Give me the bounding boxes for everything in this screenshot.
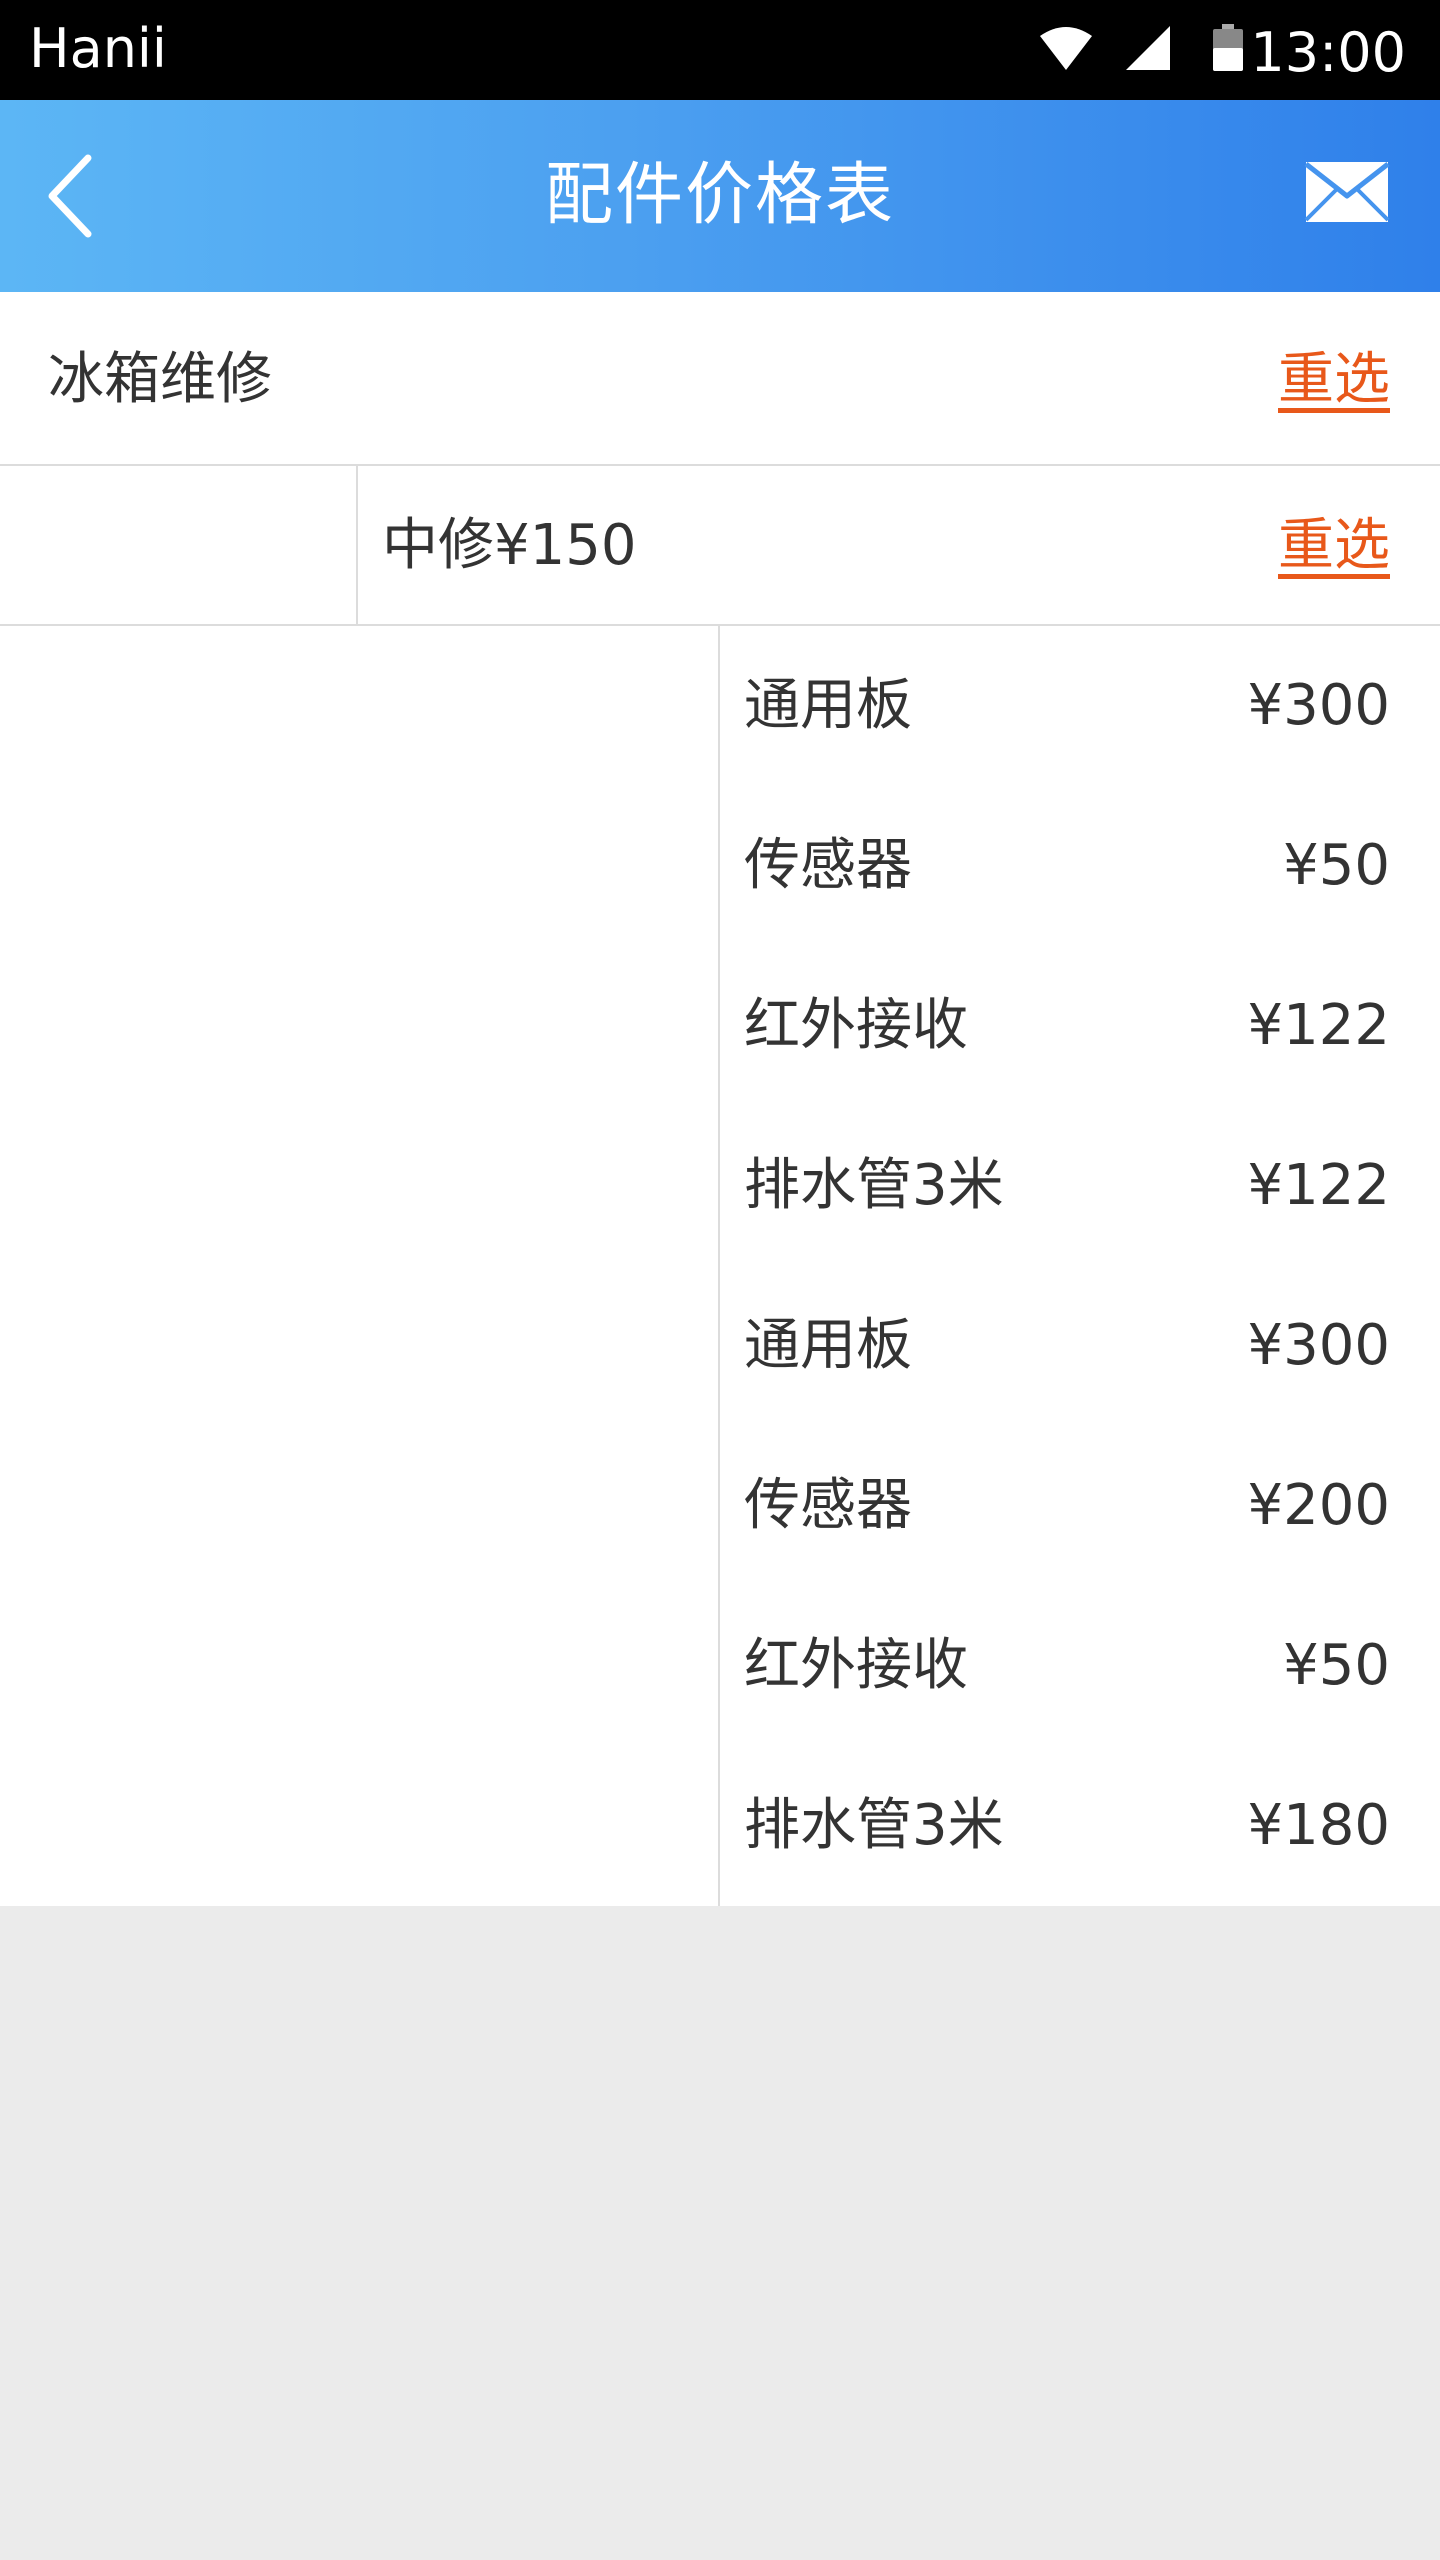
part-name: 排水管3米 <box>744 1793 1004 1858</box>
part-price: ¥50 <box>1283 1633 1390 1698</box>
list-item[interactable]: 红外接收 ¥50 <box>722 1586 1440 1746</box>
parts-left-column <box>0 626 720 1906</box>
list-item[interactable]: 通用板 ¥300 <box>722 626 1440 786</box>
parts-panel: 通用板 ¥300 传感器 ¥50 红外接收 ¥122 排水管3米 ¥122 通用… <box>0 626 1440 1906</box>
clock: 13:00 <box>1250 21 1406 84</box>
part-price: ¥122 <box>1247 993 1390 1058</box>
part-price: ¥300 <box>1247 673 1390 738</box>
part-price: ¥180 <box>1247 1793 1390 1858</box>
mail-button[interactable] <box>1302 156 1402 236</box>
category-label: 冰箱维修 <box>48 347 272 412</box>
part-name: 通用板 <box>744 1313 912 1378</box>
list-item[interactable]: 传感器 ¥50 <box>722 786 1440 946</box>
part-name: 排水管3米 <box>744 1153 1004 1218</box>
category-reselect-link[interactable]: 重选 <box>1278 340 1390 420</box>
repair-level-row: 中修¥150 重选 <box>0 466 1440 626</box>
page-title: 配件价格表 <box>544 156 895 235</box>
wifi-icon <box>1040 27 1092 70</box>
part-name: 红外接收 <box>744 993 968 1058</box>
repair-level-reselect-link[interactable]: 重选 <box>1278 506 1390 586</box>
part-name: 传感器 <box>744 1473 912 1538</box>
carrier-name: Hanii <box>29 17 167 80</box>
part-price: ¥50 <box>1283 833 1390 898</box>
nav-bar: 配件价格表 <box>0 100 1440 292</box>
list-item[interactable]: 通用板 ¥300 <box>722 1266 1440 1426</box>
list-item[interactable]: 排水管3米 ¥122 <box>722 1106 1440 1266</box>
part-name: 传感器 <box>744 833 912 898</box>
part-name: 通用板 <box>744 673 912 738</box>
signal-icon <box>1126 26 1170 70</box>
list-item[interactable]: 排水管3米 ¥180 <box>722 1746 1440 1906</box>
part-price: ¥200 <box>1247 1473 1390 1538</box>
repair-level-label: 中修¥150 <box>382 513 637 578</box>
parts-list: 通用板 ¥300 传感器 ¥50 红外接收 ¥122 排水管3米 ¥122 通用… <box>722 626 1440 1906</box>
repair-level-spacer <box>0 466 358 624</box>
status-bar: Hanii 13:00 <box>0 0 1440 100</box>
mail-icon <box>1304 162 1390 222</box>
part-price: ¥300 <box>1247 1313 1390 1378</box>
battery-icon <box>1213 24 1243 71</box>
part-name: 红外接收 <box>744 1633 968 1698</box>
part-price: ¥122 <box>1247 1153 1390 1218</box>
list-item[interactable]: 传感器 ¥200 <box>722 1426 1440 1586</box>
list-item[interactable]: 红外接收 ¥122 <box>722 946 1440 1106</box>
category-row: 冰箱维修 重选 <box>0 292 1440 466</box>
